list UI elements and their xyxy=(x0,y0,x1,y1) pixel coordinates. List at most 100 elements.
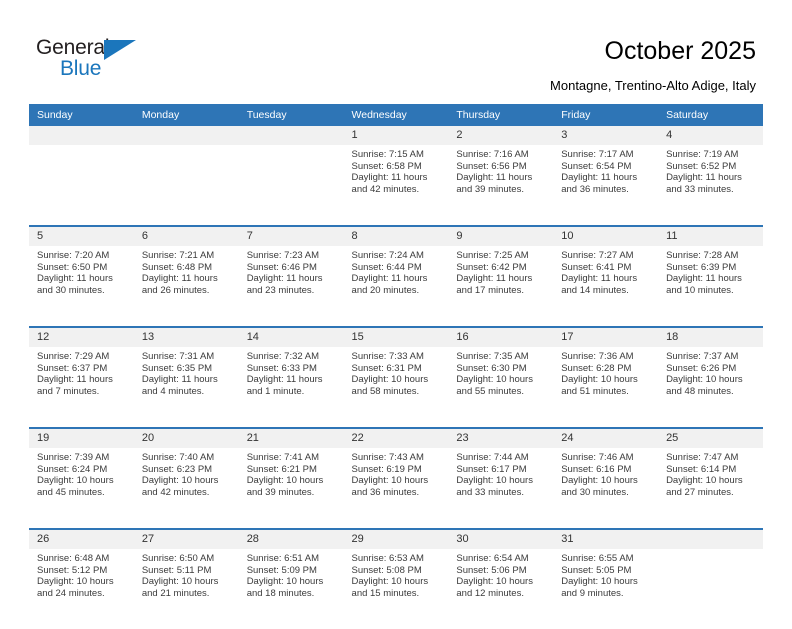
sunrise-text: Sunrise: 7:29 AM xyxy=(37,351,110,362)
day-number: 13 xyxy=(133,326,239,347)
calendar-page: General Blue October 2025 Montagne, Tren… xyxy=(0,0,792,629)
day-cell: Sunrise: 7:47 AM Sunset: 6:14 PM Dayligh… xyxy=(658,448,763,529)
day-number xyxy=(133,126,239,145)
sunset-text: Sunset: 6:31 PM xyxy=(351,362,422,374)
day-number xyxy=(238,126,344,145)
day-cell: Sunrise: 6:53 AM Sunset: 5:08 PM Dayligh… xyxy=(343,549,449,629)
week-info-row: Sunrise: 7:15 AM Sunset: 6:58 PM Dayligh… xyxy=(29,145,763,226)
weekday-header-saturday: Saturday xyxy=(658,104,763,126)
daylight-text-line1: Daylight: 11 hours xyxy=(246,374,323,386)
sunset-text: Sunset: 6:33 PM xyxy=(246,362,317,374)
daylight-text-line1: Daylight: 10 hours xyxy=(351,374,429,386)
daylight-text-line2: and 39 minutes. xyxy=(246,486,315,498)
weekday-header-sunday: Sunday xyxy=(29,104,134,126)
sunset-text: Sunset: 6:23 PM xyxy=(141,463,213,475)
sunset-text: Sunset: 6:24 PM xyxy=(37,463,108,475)
day-cell: Sunrise: 7:35 AM Sunset: 6:30 PM Dayligh… xyxy=(448,347,554,428)
week-daynum-row: 12 13 14 15 16 17 18 xyxy=(29,326,763,347)
daylight-text-line2: and 14 minutes. xyxy=(561,284,629,296)
page-title: October 2025 xyxy=(604,37,757,65)
sunrise-text: Sunrise: 7:21 AM xyxy=(141,250,215,261)
weekday-header-thursday: Thursday xyxy=(448,104,554,126)
weekday-header-monday: Monday xyxy=(133,104,239,126)
daylight-text-line2: and 30 minutes. xyxy=(37,284,105,296)
sunrise-text: Sunrise: 7:27 AM xyxy=(561,250,634,261)
week-info-row: Sunrise: 7:29 AM Sunset: 6:37 PM Dayligh… xyxy=(29,347,763,428)
daylight-text-line2: and 45 minutes. xyxy=(37,486,105,498)
sunset-text: Sunset: 6:54 PM xyxy=(561,160,632,172)
day-cell: Sunrise: 7:28 AM Sunset: 6:39 PM Dayligh… xyxy=(658,246,763,327)
sunset-text: Sunset: 6:14 PM xyxy=(666,463,737,475)
day-number: 31 xyxy=(553,528,659,549)
sunrise-text: Sunrise: 6:51 AM xyxy=(246,553,320,564)
day-cell: Sunrise: 7:24 AM Sunset: 6:44 PM Dayligh… xyxy=(343,246,449,327)
daylight-text-line1: Daylight: 10 hours xyxy=(351,475,429,487)
calendar-header-row: Sunday Monday Tuesday Wednesday Thursday… xyxy=(29,104,763,126)
day-cell: Sunrise: 7:29 AM Sunset: 6:37 PM Dayligh… xyxy=(29,347,134,428)
day-cell: Sunrise: 7:36 AM Sunset: 6:28 PM Dayligh… xyxy=(553,347,659,428)
day-cell: Sunrise: 7:37 AM Sunset: 6:26 PM Dayligh… xyxy=(658,347,763,428)
day-cell: Sunrise: 7:43 AM Sunset: 6:19 PM Dayligh… xyxy=(343,448,449,529)
daylight-text-line1: Daylight: 10 hours xyxy=(351,576,429,588)
day-number: 11 xyxy=(658,225,763,246)
daylight-text-line1: Daylight: 10 hours xyxy=(246,475,324,487)
daylight-text-line1: Daylight: 10 hours xyxy=(561,374,638,386)
sunset-text: Sunset: 6:42 PM xyxy=(456,261,527,273)
sunset-text: Sunset: 6:26 PM xyxy=(666,362,737,374)
day-cell: Sunrise: 7:31 AM Sunset: 6:35 PM Dayligh… xyxy=(133,347,239,428)
day-cell: Sunrise: 7:20 AM Sunset: 6:50 PM Dayligh… xyxy=(29,246,134,327)
day-cell: Sunrise: 6:51 AM Sunset: 5:09 PM Dayligh… xyxy=(238,549,344,629)
daylight-text-line1: Daylight: 11 hours xyxy=(456,172,533,184)
daylight-text-line1: Daylight: 11 hours xyxy=(456,273,533,285)
daylight-text-line2: and 51 minutes. xyxy=(561,385,629,397)
day-cell xyxy=(658,549,763,629)
page-header: General Blue October 2025 Montagne, Tren… xyxy=(0,0,792,104)
daylight-text-line2: and 24 minutes. xyxy=(37,587,105,599)
sunset-text: Sunset: 6:30 PM xyxy=(456,362,527,374)
daylight-text-line2: and 15 minutes. xyxy=(351,587,420,599)
daylight-text-line2: and 48 minutes. xyxy=(666,385,734,397)
daylight-text-line1: Daylight: 11 hours xyxy=(666,273,742,285)
day-cell xyxy=(133,145,239,226)
day-number: 10 xyxy=(553,225,659,246)
sunrise-text: Sunrise: 7:44 AM xyxy=(456,452,529,463)
day-cell: Sunrise: 6:50 AM Sunset: 5:11 PM Dayligh… xyxy=(133,549,239,629)
day-cell: Sunrise: 7:15 AM Sunset: 6:58 PM Dayligh… xyxy=(343,145,449,226)
week-daynum-row: 19 20 21 22 23 24 25 xyxy=(29,427,763,448)
daylight-text-line1: Daylight: 10 hours xyxy=(37,576,114,588)
sunset-text: Sunset: 5:09 PM xyxy=(246,564,317,576)
sunrise-text: Sunrise: 6:53 AM xyxy=(351,553,424,564)
page-subtitle: Montagne, Trentino-Alto Adige, Italy xyxy=(550,78,756,93)
sunrise-text: Sunrise: 7:47 AM xyxy=(666,452,739,463)
day-number: 8 xyxy=(343,225,449,246)
day-cell: Sunrise: 7:23 AM Sunset: 6:46 PM Dayligh… xyxy=(238,246,344,327)
daylight-text-line1: Daylight: 11 hours xyxy=(246,273,323,285)
daylight-text-line2: and 33 minutes. xyxy=(666,183,734,195)
daylight-text-line1: Daylight: 10 hours xyxy=(246,576,324,588)
sunset-text: Sunset: 6:41 PM xyxy=(561,261,632,273)
daylight-text-line1: Daylight: 11 hours xyxy=(351,172,428,184)
daylight-text-line1: Daylight: 10 hours xyxy=(561,475,638,487)
daylight-text-line2: and 10 minutes. xyxy=(666,284,734,296)
sunrise-text: Sunrise: 7:41 AM xyxy=(246,452,320,463)
day-cell: Sunrise: 6:54 AM Sunset: 5:06 PM Dayligh… xyxy=(448,549,554,629)
daylight-text-line1: Daylight: 11 hours xyxy=(351,273,428,285)
day-cell: Sunrise: 7:25 AM Sunset: 6:42 PM Dayligh… xyxy=(448,246,554,327)
day-number: 9 xyxy=(448,225,554,246)
sunset-text: Sunset: 6:48 PM xyxy=(141,261,213,273)
daylight-text-line2: and 55 minutes. xyxy=(456,385,524,397)
sunset-text: Sunset: 6:56 PM xyxy=(456,160,527,172)
sunrise-text: Sunrise: 7:15 AM xyxy=(351,149,424,160)
daylight-text-line1: Daylight: 10 hours xyxy=(561,576,638,588)
sunrise-text: Sunrise: 7:32 AM xyxy=(246,351,320,362)
daylight-text-line2: and 7 minutes. xyxy=(37,385,100,397)
daylight-text-line2: and 27 minutes. xyxy=(666,486,734,498)
sunrise-text: Sunrise: 7:46 AM xyxy=(561,452,634,463)
sunrise-text: Sunrise: 7:23 AM xyxy=(246,250,320,261)
sunset-text: Sunset: 6:19 PM xyxy=(351,463,422,475)
calendar-body: 1 2 3 4 Sunrise: 7:15 AM Sunset: 6:58 PM… xyxy=(29,126,763,629)
day-number: 19 xyxy=(29,427,134,448)
sunset-text: Sunset: 5:11 PM xyxy=(141,564,212,576)
sunrise-text: Sunrise: 6:54 AM xyxy=(456,553,529,564)
daylight-text-line2: and 39 minutes. xyxy=(456,183,524,195)
